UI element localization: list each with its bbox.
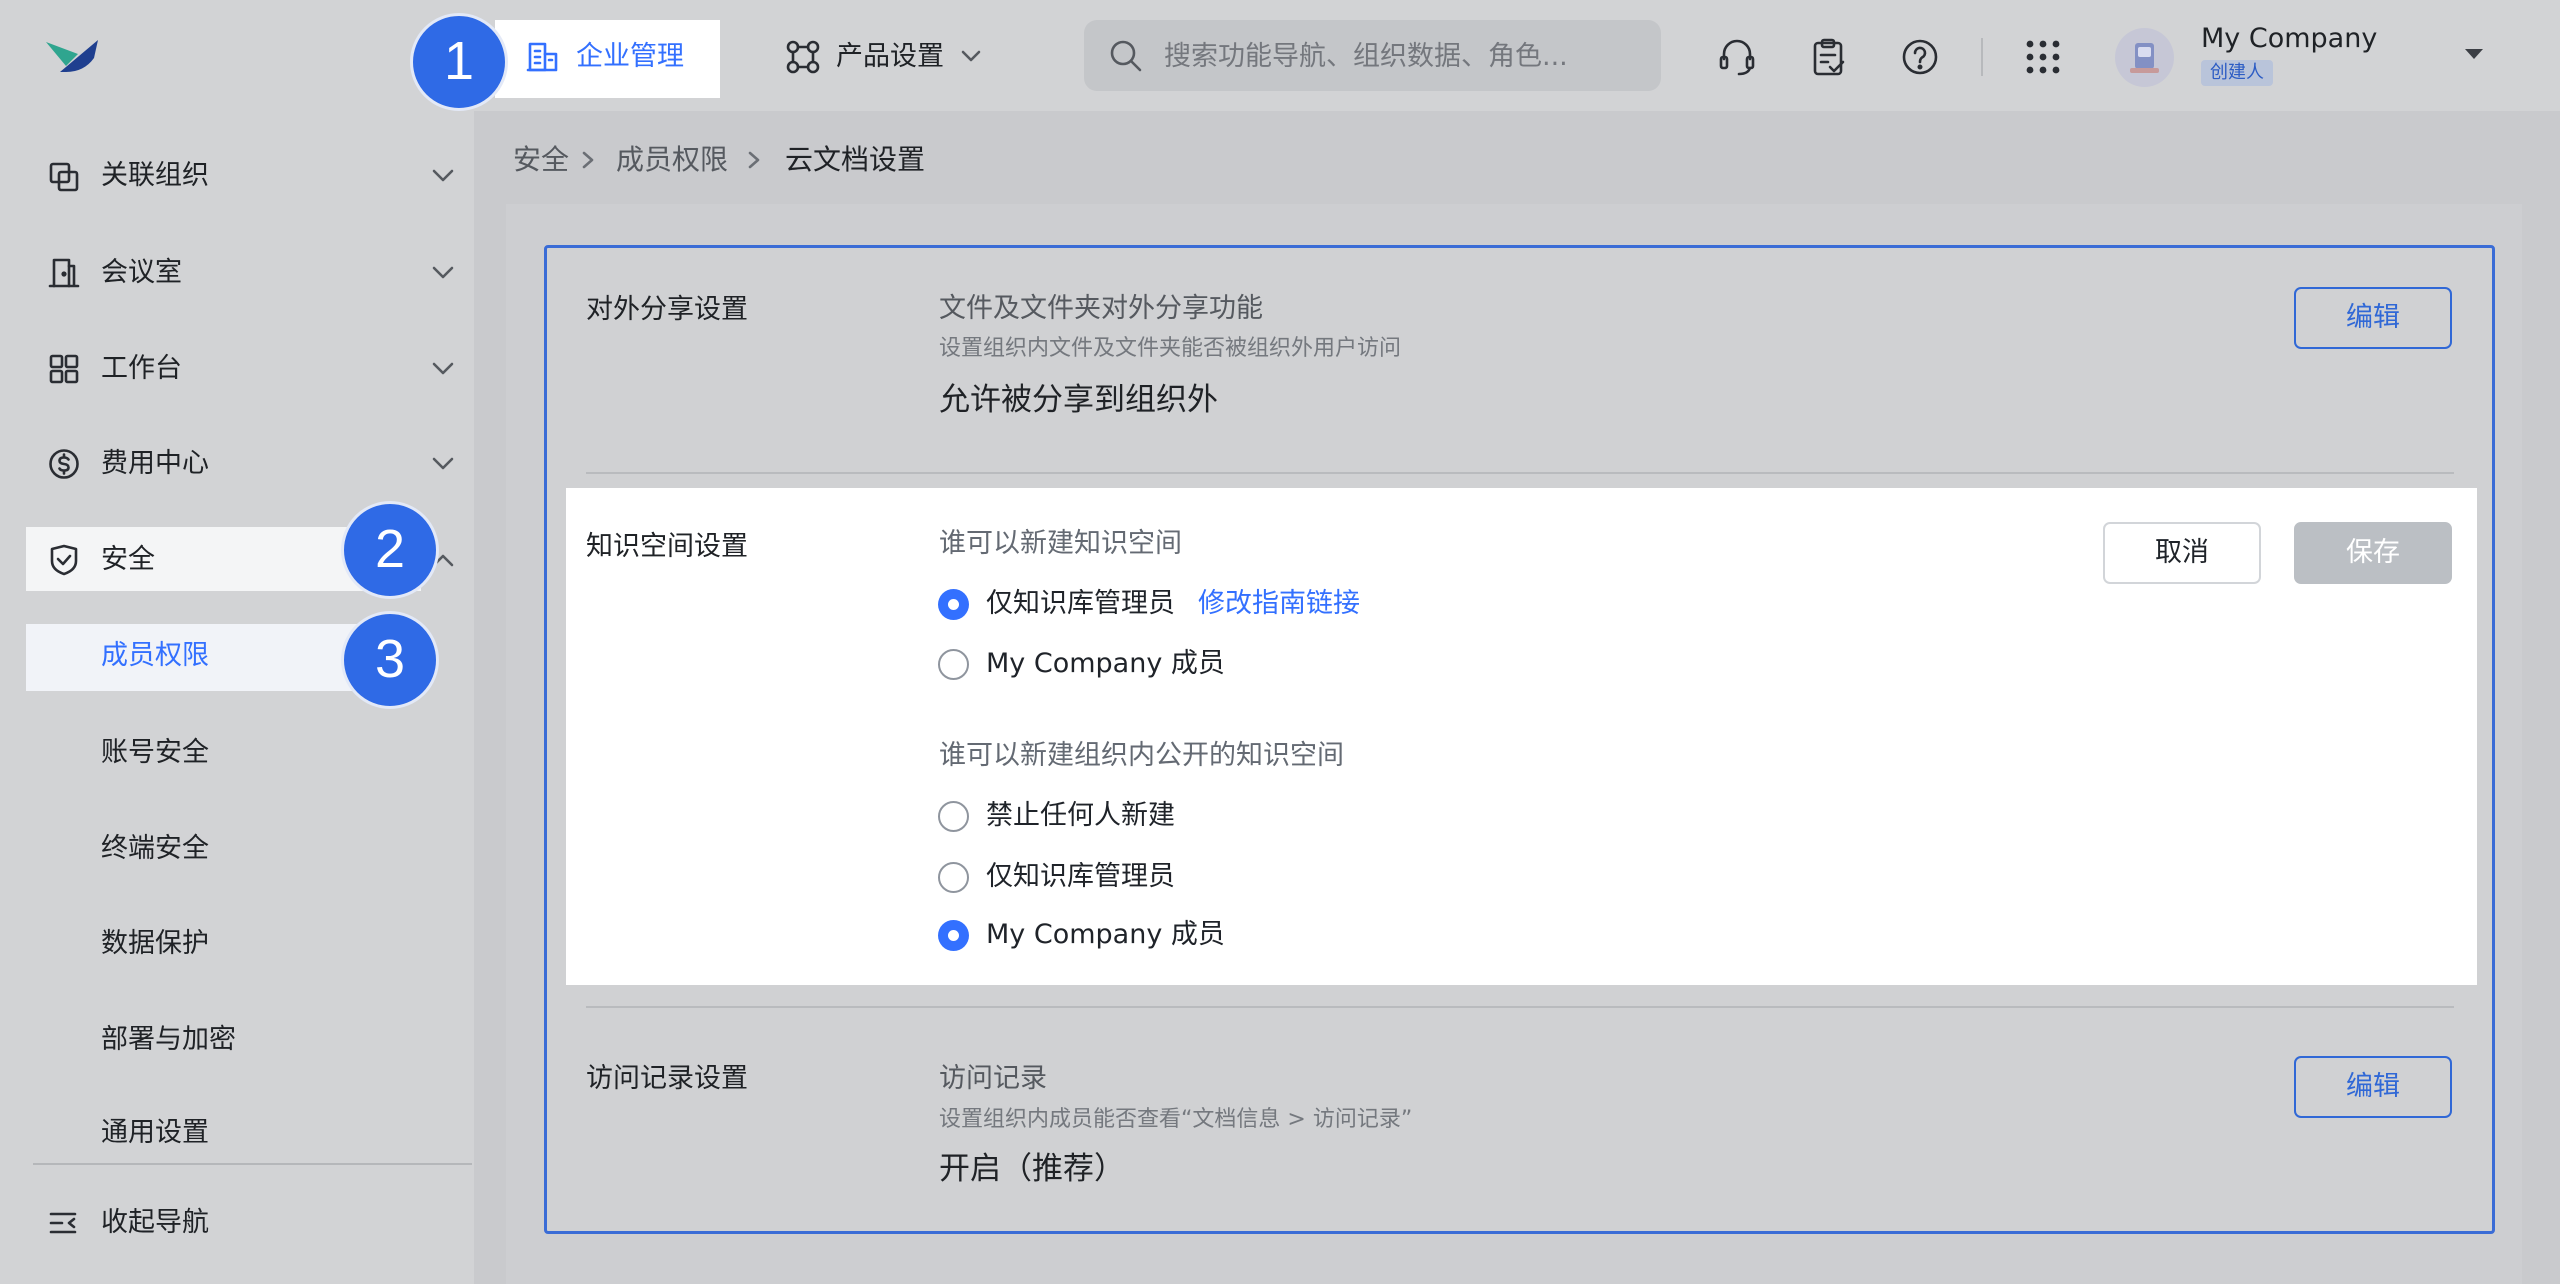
radio-public-admin-only[interactable] bbox=[938, 862, 969, 893]
radio-label-nobody[interactable]: 禁止任何人新建 bbox=[986, 796, 1175, 836]
breadcrumb-separator-icon bbox=[747, 150, 761, 170]
radio-nobody[interactable] bbox=[938, 801, 969, 832]
clipboard-check-icon[interactable] bbox=[1810, 37, 1848, 77]
step-badge-3: 3 bbox=[341, 611, 439, 709]
workbench-icon bbox=[48, 353, 80, 385]
sidebar-subitem-data-protection[interactable]: 数据保护 bbox=[101, 924, 209, 964]
radio-public-all-members[interactable] bbox=[938, 920, 969, 951]
search-input[interactable]: 搜索功能导航、组织数据、角色... bbox=[1164, 37, 1568, 77]
role-badge: 创建人 bbox=[2201, 60, 2273, 86]
avatar[interactable] bbox=[2115, 28, 2174, 87]
chevron-down-icon[interactable] bbox=[431, 361, 455, 377]
radio-label-admin-only[interactable]: 仅知识库管理员 bbox=[986, 584, 1175, 624]
breadcrumb-item-current: 云文档设置 bbox=[785, 143, 926, 176]
sidebar-item-meeting-room[interactable]: 会议室 bbox=[101, 253, 182, 293]
headset-icon[interactable] bbox=[1718, 37, 1756, 77]
step-badge-2: 2 bbox=[341, 501, 439, 599]
radio-all-members[interactable] bbox=[938, 649, 969, 680]
save-button[interactable]: 保存 bbox=[2294, 522, 2452, 584]
section-value-external-share: 允许被分享到组织外 bbox=[939, 382, 1218, 418]
sidebar-subitem-device-security[interactable]: 终端安全 bbox=[101, 829, 209, 869]
caret-down-icon[interactable] bbox=[2463, 47, 2485, 61]
edit-button-access-log[interactable]: 编辑 bbox=[2294, 1056, 2452, 1118]
edit-guide-link[interactable]: 修改指南链接 bbox=[1198, 584, 1360, 624]
billing-icon bbox=[48, 448, 80, 480]
section-divider bbox=[586, 1006, 2454, 1008]
radio-label-public-admin-only[interactable]: 仅知识库管理员 bbox=[986, 857, 1175, 897]
chevron-down-icon[interactable] bbox=[431, 168, 455, 184]
header-divider bbox=[1981, 38, 1983, 76]
chevron-down-icon[interactable] bbox=[431, 456, 455, 472]
section-description-external-share: 设置组织内文件及文件夹能否被组织外用户访问 bbox=[939, 336, 1402, 361]
linked-org-icon bbox=[48, 161, 80, 193]
sidebar-divider bbox=[33, 1163, 472, 1165]
building-icon bbox=[526, 40, 560, 74]
sidebar-item-billing[interactable]: 费用中心 bbox=[101, 444, 209, 484]
sidebar-item-linked-org[interactable]: 关联组织 bbox=[101, 156, 209, 196]
section-label-external-share: 对外分享设置 bbox=[586, 294, 748, 325]
collapse-nav-icon bbox=[48, 1208, 78, 1238]
account-name[interactable]: My Company bbox=[2201, 19, 2377, 59]
sidebar-clip: 通用设置 bbox=[0, 1113, 474, 1163]
shield-icon bbox=[48, 544, 80, 576]
nav-tab-product-settings[interactable]: 产品设置 bbox=[836, 37, 944, 77]
sidebar-subitem-general-settings[interactable]: 通用设置 bbox=[101, 1113, 209, 1153]
breadcrumb-item-member-permission[interactable]: 成员权限 bbox=[616, 140, 728, 180]
product-settings-icon bbox=[785, 39, 821, 75]
step-badge-1: 1 bbox=[410, 13, 508, 111]
help-icon[interactable] bbox=[1901, 38, 1939, 76]
breadcrumb-separator-icon bbox=[581, 150, 595, 170]
group-title-create-public-space: 谁可以新建组织内公开的知识空间 bbox=[939, 740, 1344, 771]
app-grid-icon[interactable] bbox=[2025, 39, 2061, 75]
sidebar-item-security[interactable]: 安全 bbox=[101, 540, 155, 580]
radio-label-public-all-members[interactable]: My Company 成员 bbox=[986, 915, 1225, 955]
sidebar-subitem-account-security[interactable]: 账号安全 bbox=[101, 733, 209, 773]
section-title-access-log: 访问记录 bbox=[939, 1063, 1047, 1094]
sidebar-subitem-member-permission[interactable]: 成员权限 bbox=[101, 636, 209, 676]
sidebar-item-workbench[interactable]: 工作台 bbox=[101, 349, 182, 389]
meeting-room-icon bbox=[48, 257, 80, 289]
section-label-knowledge-space: 知识空间设置 bbox=[586, 531, 748, 562]
collapse-nav-button[interactable]: 收起导航 bbox=[101, 1203, 209, 1243]
section-value-access-log: 开启（推荐） bbox=[939, 1151, 1125, 1187]
radio-admin-only[interactable] bbox=[938, 589, 969, 620]
app-logo[interactable] bbox=[44, 36, 100, 76]
search-icon bbox=[1108, 38, 1144, 74]
breadcrumb-item-security[interactable]: 安全 bbox=[513, 140, 569, 180]
section-divider bbox=[586, 472, 2454, 474]
nav-tab-enterprise[interactable]: 企业管理 bbox=[576, 37, 684, 77]
sidebar-subitem-deploy-encryption[interactable]: 部署与加密 bbox=[101, 1020, 236, 1060]
section-label-access-log: 访问记录设置 bbox=[586, 1063, 748, 1094]
chevron-down-icon[interactable] bbox=[960, 47, 982, 65]
cancel-button[interactable]: 取消 bbox=[2103, 522, 2261, 584]
group-title-create-space: 谁可以新建知识空间 bbox=[939, 528, 1182, 559]
section-description-access-log: 设置组织内成员能否查看“文档信息 > 访问记录” bbox=[939, 1107, 1413, 1132]
edit-button-external-share[interactable]: 编辑 bbox=[2294, 287, 2452, 349]
radio-label-all-members[interactable]: My Company 成员 bbox=[986, 644, 1225, 684]
chevron-down-icon[interactable] bbox=[431, 265, 455, 281]
section-title-external-share: 文件及文件夹对外分享功能 bbox=[939, 293, 1263, 324]
